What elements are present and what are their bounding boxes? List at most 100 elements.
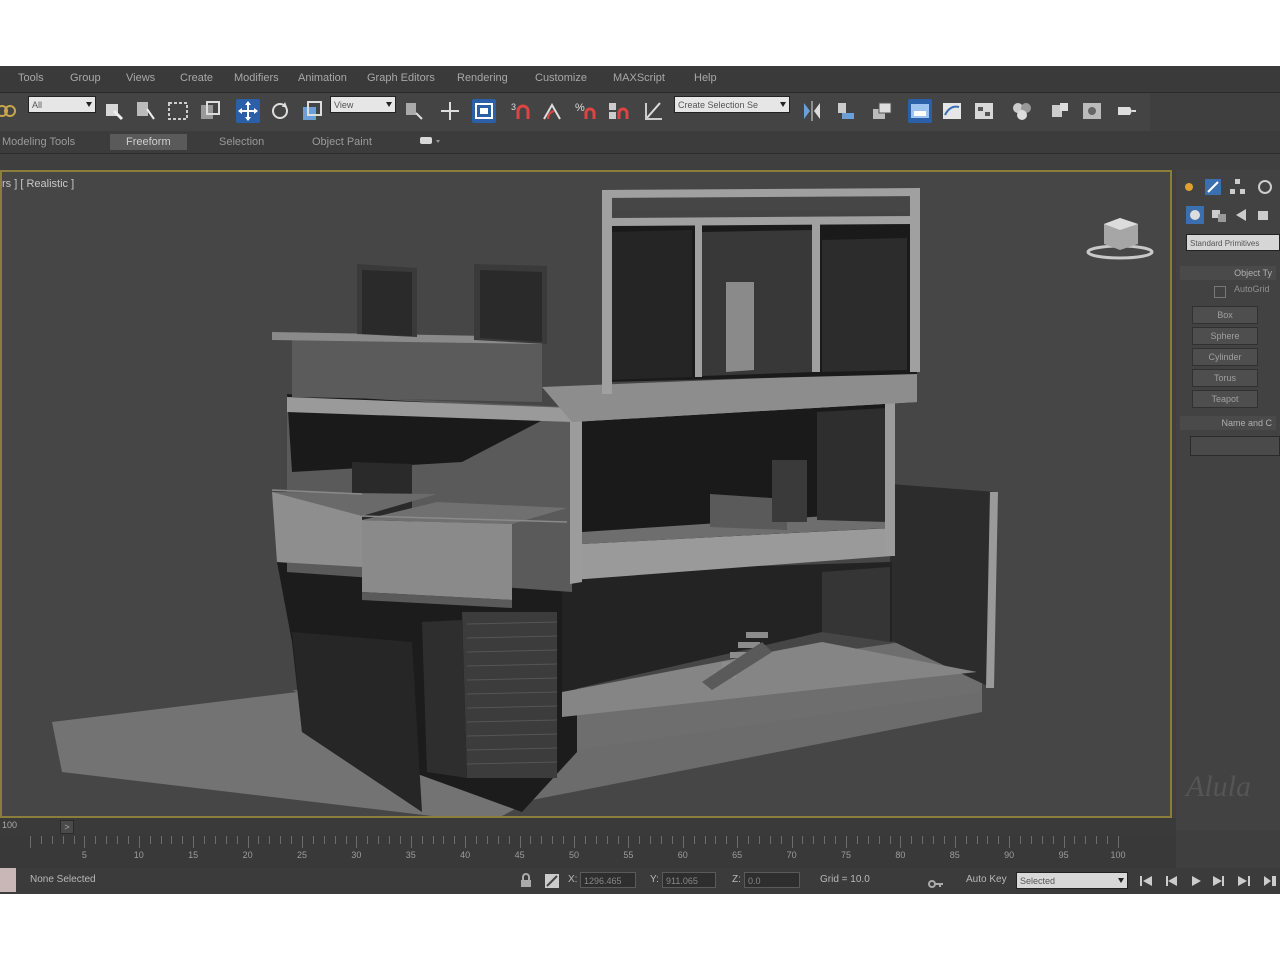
geometry-icon[interactable] xyxy=(1186,206,1204,224)
spinner-snap-icon[interactable] xyxy=(606,99,630,123)
menu-tools[interactable]: Tools xyxy=(18,72,44,84)
time-slider[interactable]: 100 > xyxy=(0,818,1176,834)
menu-views[interactable]: Views xyxy=(126,72,155,84)
track-bar[interactable]: 5 10 15 20 25 30 35 40 45 50 55 60 65 70 75 80 85 90 95 100 xyxy=(0,834,1176,868)
percent-snap-icon[interactable]: % xyxy=(574,99,598,123)
torus-button[interactable]: Torus xyxy=(1192,369,1258,387)
x-coordinate-field[interactable]: 1296.465 xyxy=(580,872,636,888)
go-to-start-icon[interactable] xyxy=(1138,873,1154,889)
track-bar-tick xyxy=(269,836,271,844)
object-type-rollout-header[interactable]: Object Ty xyxy=(1180,266,1276,280)
maxscript-listener-icon[interactable] xyxy=(0,868,16,892)
track-bar-tick xyxy=(846,836,847,848)
hierarchy-panel-icon[interactable] xyxy=(1228,178,1246,196)
key-mode-icon[interactable] xyxy=(1262,873,1278,889)
tab-freeform[interactable]: Freeform xyxy=(110,134,187,150)
keyboard-shortcut-icon[interactable] xyxy=(472,99,496,123)
z-coordinate-field[interactable]: 0.0 xyxy=(744,872,800,888)
track-bar-tick-label: 45 xyxy=(514,850,525,860)
rect-region-icon[interactable] xyxy=(166,99,190,123)
link-icon[interactable] xyxy=(0,99,18,123)
menu-help[interactable]: Help xyxy=(694,72,717,84)
autogrid-label: AutoGrid xyxy=(1234,284,1270,294)
next-frame-icon[interactable] xyxy=(1210,873,1226,889)
curve-editor-icon[interactable] xyxy=(940,99,964,123)
play-icon[interactable] xyxy=(1188,873,1204,889)
select-object-icon[interactable] xyxy=(102,99,126,123)
rendered-frame-icon[interactable] xyxy=(1080,99,1104,123)
svg-text:%: % xyxy=(575,102,585,114)
scale-icon[interactable] xyxy=(300,99,324,123)
tab-selection[interactable]: Selection xyxy=(219,134,264,150)
select-manipulate-icon[interactable] xyxy=(438,99,462,123)
named-selection-dropdown[interactable]: Create Selection Se xyxy=(674,96,790,113)
move-icon[interactable] xyxy=(236,99,260,123)
track-bar-tick-label: 25 xyxy=(296,850,308,860)
track-bar-tick xyxy=(497,836,499,844)
track-bar-tick xyxy=(443,836,445,844)
cylinder-button[interactable]: Cylinder xyxy=(1192,348,1258,366)
shapes-icon[interactable] xyxy=(1210,206,1228,224)
name-and-color-rollout-header[interactable]: Name and C xyxy=(1180,416,1276,430)
previous-frame-icon[interactable] xyxy=(1164,873,1180,889)
window-crossing-icon[interactable] xyxy=(198,99,222,123)
graphite-toggle-icon[interactable] xyxy=(908,99,932,123)
menu-create[interactable]: Create xyxy=(180,72,213,84)
mirror-icon[interactable] xyxy=(800,99,824,123)
create-panel-icon[interactable] xyxy=(1180,178,1198,196)
teapot-button[interactable]: Teapot xyxy=(1192,390,1258,408)
rotate-icon[interactable] xyxy=(268,99,292,123)
box-button[interactable]: Box xyxy=(1192,306,1258,324)
schematic-view-icon[interactable] xyxy=(972,99,996,123)
auto-key-button[interactable]: Auto Key xyxy=(966,874,1007,885)
tab-object-paint[interactable]: Object Paint xyxy=(312,134,372,150)
render-production-icon[interactable] xyxy=(1114,99,1138,123)
track-bar-tick xyxy=(486,836,488,844)
angle-snap-icon[interactable] xyxy=(540,99,564,123)
selection-filter-dropdown[interactable]: All xyxy=(28,96,96,113)
snap-toggle-icon[interactable]: 3 xyxy=(510,99,534,123)
reference-coordinate-dropdown[interactable]: View xyxy=(330,96,396,113)
motion-panel-icon[interactable] xyxy=(1256,178,1274,196)
layer-manager-icon[interactable] xyxy=(870,99,894,123)
tab-modeling-tools[interactable]: Modeling Tools xyxy=(2,134,75,150)
track-bar-tick-label: 40 xyxy=(460,850,471,860)
menu-animation[interactable]: Animation xyxy=(298,72,347,84)
menu-modifiers[interactable]: Modifiers xyxy=(234,72,279,84)
menu-rendering[interactable]: Rendering xyxy=(457,72,508,84)
menu-graph-editors[interactable]: Graph Editors xyxy=(367,72,435,84)
y-coordinate-field[interactable]: 911.065 xyxy=(662,872,716,888)
object-name-input[interactable] xyxy=(1190,436,1280,456)
track-bar-tick-label: 90 xyxy=(1004,850,1015,860)
pivot-icon[interactable] xyxy=(402,99,426,123)
select-by-name-icon[interactable] xyxy=(134,99,158,123)
modify-panel-icon[interactable] xyxy=(1204,178,1222,196)
render-setup-icon[interactable] xyxy=(1048,99,1072,123)
track-bar-tick xyxy=(1009,836,1011,848)
cameras-icon[interactable] xyxy=(1256,206,1274,224)
track-bar-tick xyxy=(748,836,750,844)
lights-icon[interactable] xyxy=(1232,206,1250,224)
material-editor-icon[interactable] xyxy=(1010,99,1034,123)
track-bar-tick xyxy=(40,836,42,844)
track-bar-tick-label: 5 xyxy=(81,850,87,860)
time-slider-next-icon[interactable]: > xyxy=(60,820,74,834)
ribbon-tabs: Modeling Tools Freeform Selection Object… xyxy=(0,131,1280,154)
key-icon[interactable] xyxy=(928,876,944,892)
viewcube-icon[interactable] xyxy=(1084,214,1156,262)
track-bar-tick xyxy=(1107,836,1109,844)
edit-named-selection-icon[interactable] xyxy=(642,99,666,123)
ribbon-options-icon[interactable] xyxy=(418,133,444,149)
menu-maxscript[interactable]: MAXScript xyxy=(613,72,665,84)
lock-icon[interactable] xyxy=(518,873,534,889)
autogrid-checkbox[interactable] xyxy=(1214,286,1226,298)
go-to-end-icon[interactable] xyxy=(1236,873,1252,889)
menu-group[interactable]: Group xyxy=(70,72,101,84)
sphere-button[interactable]: Sphere xyxy=(1192,327,1258,345)
perspective-viewport[interactable]: rs ] [ Realistic ] xyxy=(0,170,1172,818)
key-filter-dropdown[interactable]: Selected xyxy=(1016,872,1128,889)
object-category-dropdown[interactable]: Standard Primitives xyxy=(1186,234,1280,251)
menu-customize[interactable]: Customize xyxy=(535,72,587,84)
align-icon[interactable] xyxy=(834,99,858,123)
absolute-mode-icon[interactable] xyxy=(544,873,560,889)
